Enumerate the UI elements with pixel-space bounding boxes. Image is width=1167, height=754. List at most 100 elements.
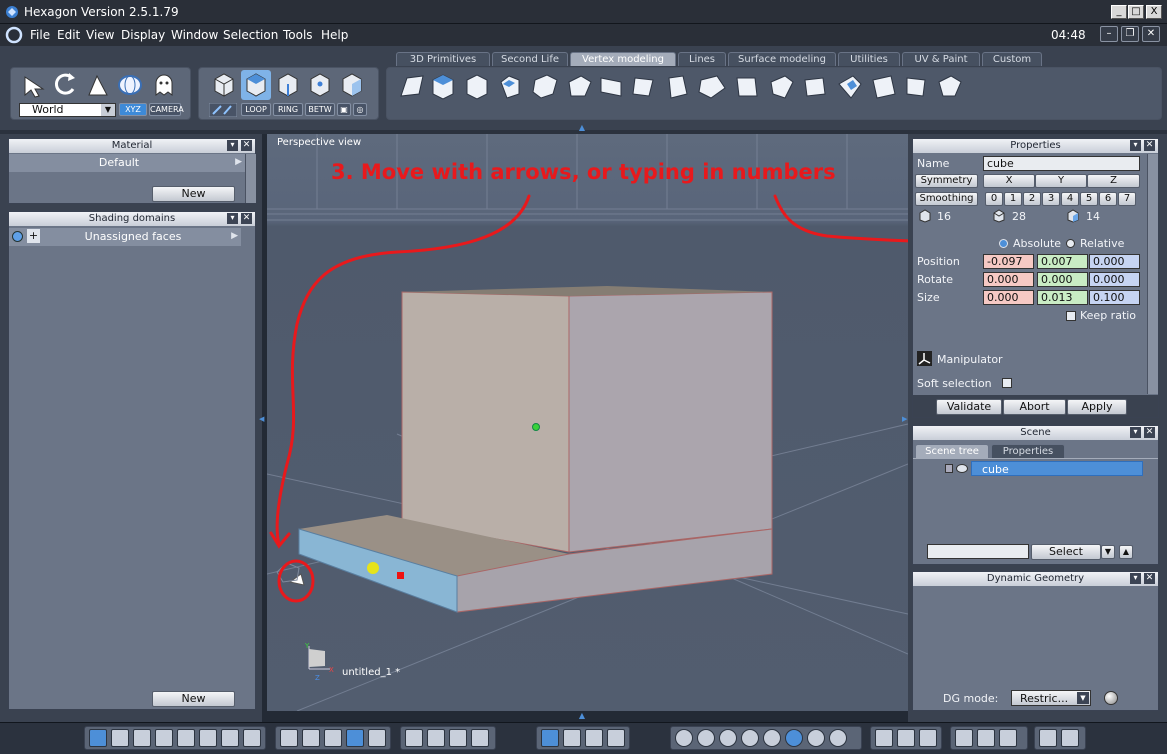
pivot-icon[interactable] — [585, 729, 603, 747]
menu-display[interactable]: Display — [121, 28, 165, 42]
axis-manipulator-icon[interactable] — [563, 729, 581, 747]
layout-three-c-icon[interactable] — [177, 729, 195, 747]
scene-search-input[interactable] — [927, 544, 1029, 559]
between-button[interactable]: BETW — [305, 103, 335, 116]
camera-toggle[interactable]: CAMERA — [149, 103, 184, 116]
shrink-selection-icon[interactable]: ◎ — [353, 103, 367, 116]
menu-view[interactable]: View — [86, 28, 114, 42]
panel-close-icon[interactable]: ✕ — [1144, 573, 1155, 584]
rotate-z-input[interactable]: 0.000 — [1089, 272, 1140, 287]
symmetry-x-button[interactable]: X — [983, 174, 1035, 188]
camera-icon[interactable] — [1061, 729, 1079, 747]
shading-row[interactable]: + Unassigned faces ▶ — [9, 228, 241, 246]
dg-mode-dropdown[interactable]: Restric... ▼ — [1011, 690, 1091, 706]
symmetry-button[interactable]: Symmetry — [915, 174, 978, 188]
close-button[interactable]: X — [1146, 5, 1162, 19]
hexagon-logo-icon[interactable] — [4, 26, 24, 44]
vertex-modeling-tool-icons[interactable] — [395, 72, 975, 104]
snap-icon[interactable] — [302, 729, 320, 747]
view-icon[interactable] — [471, 729, 489, 747]
soft-selection-checkbox[interactable] — [1002, 378, 1012, 388]
abort-button[interactable]: Abort — [1003, 399, 1066, 415]
tab-custom[interactable]: Custom — [982, 52, 1042, 66]
layout-three-d-icon[interactable] — [199, 729, 217, 747]
keep-ratio-checkbox[interactable] — [1066, 311, 1076, 321]
material-scrollbar[interactable] — [245, 154, 256, 203]
apply-button[interactable]: Apply — [1067, 399, 1127, 415]
smoothing-4-button[interactable]: 4 — [1061, 192, 1079, 206]
wireframe-sphere-icon[interactable] — [675, 729, 693, 747]
properties-scrollbar[interactable] — [1147, 154, 1158, 394]
size-y-input[interactable]: 0.013 — [1037, 290, 1088, 305]
zoom-selection-icon[interactable] — [427, 729, 445, 747]
smooth-sphere-icon[interactable] — [741, 729, 759, 747]
collapse-toolbar-icon[interactable]: ▲ — [572, 123, 592, 132]
menu-tools[interactable]: Tools — [283, 28, 313, 42]
doc-restore-button[interactable]: ❐ — [1121, 26, 1139, 42]
flat-sphere-icon[interactable] — [719, 729, 737, 747]
smoothing-7-button[interactable]: 7 — [1118, 192, 1136, 206]
doc-minimize-button[interactable]: – — [1100, 26, 1118, 42]
menu-file[interactable]: File — [30, 28, 50, 42]
layout-split-h-icon[interactable] — [221, 729, 239, 747]
minimize-button[interactable]: _ — [1111, 5, 1127, 19]
panel-menu-icon[interactable]: ▾ — [1130, 573, 1141, 584]
tab-surface-modeling[interactable]: Surface modeling — [728, 52, 836, 66]
select-arrow-icon[interactable] — [19, 71, 49, 99]
select-face-icon[interactable] — [241, 70, 271, 100]
tab-3d-primitives[interactable]: 3D Primitives — [396, 52, 490, 66]
textured-sphere-icon[interactable] — [785, 729, 803, 747]
zoom-icon[interactable] — [449, 729, 467, 747]
panel-close-icon[interactable]: ✕ — [241, 213, 252, 224]
symmetry-z-button[interactable]: Z — [1087, 174, 1140, 188]
smoothing-3-button[interactable]: 3 — [1042, 192, 1060, 206]
preview-sphere-icon[interactable] — [829, 729, 847, 747]
position-y-input[interactable]: 0.007 — [1037, 254, 1088, 269]
menu-edit[interactable]: Edit — [57, 28, 80, 42]
smoothing-2-button[interactable]: 2 — [1023, 192, 1041, 206]
ghost-icon[interactable] — [149, 71, 179, 99]
xyz-toggle[interactable]: XYZ — [119, 103, 147, 116]
zoom-extents-icon[interactable] — [405, 729, 423, 747]
scene-item-cube[interactable]: cube — [971, 461, 1143, 476]
layout-three-icon[interactable] — [133, 729, 151, 747]
eye-icon[interactable] — [956, 464, 968, 473]
collapse-left-icon[interactable]: ◀ — [259, 415, 265, 429]
universal-manipulator-icon[interactable] — [115, 71, 145, 99]
position-x-input[interactable]: -0.097 — [983, 254, 1034, 269]
size-z-input[interactable]: 0.100 — [1089, 290, 1140, 305]
menu-window[interactable]: Window — [171, 28, 218, 42]
panel-menu-icon[interactable]: ▾ — [1130, 140, 1141, 151]
tab-vertex-modeling[interactable]: Vertex modeling — [570, 52, 676, 66]
absolute-radio[interactable] — [999, 239, 1008, 248]
layout-split-v-icon[interactable] — [243, 729, 261, 747]
menu-selection[interactable]: Selection — [223, 28, 278, 42]
smoothing-button[interactable]: Smoothing — [915, 192, 978, 206]
new-shading-button[interactable]: New — [152, 691, 235, 707]
position-z-input[interactable]: 0.000 — [1089, 254, 1140, 269]
smoothing-6-button[interactable]: 6 — [1099, 192, 1117, 206]
coordinate-system-dropdown[interactable]: World ▼ — [19, 103, 116, 117]
select-vertex-icon[interactable] — [305, 70, 335, 100]
tab-scene-properties[interactable]: Properties — [991, 444, 1065, 458]
checker-icon[interactable] — [324, 729, 342, 747]
material-row[interactable]: Default ▶ — [9, 154, 245, 172]
panel-menu-icon[interactable]: ▾ — [227, 213, 238, 224]
render-options-icon[interactable] — [977, 729, 995, 747]
collapse-bottom-icon[interactable]: ▲ — [572, 711, 592, 720]
shadow-icon[interactable] — [897, 729, 915, 747]
maximize-button[interactable]: □ — [1128, 5, 1144, 19]
validate-button[interactable]: Validate — [936, 399, 1002, 415]
select-edge-icon[interactable] — [273, 70, 303, 100]
render-box-icon[interactable] — [955, 729, 973, 747]
lock-icon[interactable] — [945, 464, 953, 473]
smoothing-0-button[interactable]: 0 — [985, 192, 1003, 206]
panel-close-icon[interactable]: ✕ — [1144, 427, 1155, 438]
expand-plus-icon[interactable]: + — [27, 229, 40, 243]
doc-close-button[interactable]: ✕ — [1142, 26, 1160, 42]
dg-sphere-icon[interactable] — [1104, 691, 1118, 705]
panel-menu-icon[interactable]: ▾ — [1130, 427, 1141, 438]
loop-button[interactable]: LOOP — [241, 103, 271, 116]
scale-icon[interactable] — [83, 71, 113, 99]
size-x-input[interactable]: 0.000 — [983, 290, 1034, 305]
